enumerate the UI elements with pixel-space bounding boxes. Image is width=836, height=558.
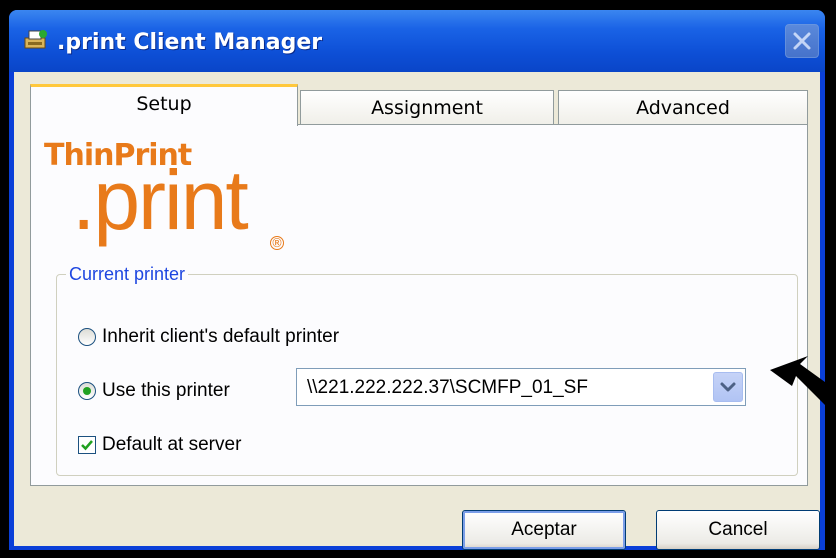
use-this-printer-label[interactable]: Use this printer — [102, 380, 230, 402]
printer-select-value: \\221.222.222.37\SCMFP_01_SF — [307, 377, 588, 398]
current-printer-group-label: Current printer — [66, 264, 189, 285]
title-bar[interactable]: .print Client Manager — [9, 10, 825, 72]
default-at-server-checkbox[interactable] — [78, 436, 96, 454]
chevron-down-icon — [720, 382, 736, 392]
dialog-client-area: Setup Assignment Advanced ThinPrint .pri… — [14, 72, 820, 550]
ok-button[interactable]: Aceptar — [462, 510, 626, 550]
dialog-window: .print Client Manager Setup Assignment A… — [9, 10, 825, 550]
tab-setup[interactable]: Setup — [30, 84, 298, 126]
use-this-printer-radio[interactable] — [78, 382, 96, 400]
callout-arrow-icon — [770, 356, 836, 410]
default-at-server-label[interactable]: Default at server — [102, 434, 241, 456]
close-button[interactable] — [785, 24, 819, 58]
checkmark-icon — [81, 440, 93, 451]
printer-app-icon — [23, 28, 49, 52]
inherit-default-radio[interactable] — [78, 328, 96, 346]
tab-advanced[interactable]: Advanced — [558, 90, 808, 124]
tab-assignment[interactable]: Assignment — [300, 90, 554, 124]
printer-select[interactable]: \\221.222.222.37\SCMFP_01_SF — [296, 368, 746, 406]
cancel-button[interactable]: Cancel — [656, 510, 820, 550]
print-logo-text: .print — [72, 153, 249, 247]
registered-mark: ® — [270, 236, 284, 250]
window-title: .print Client Manager — [57, 30, 323, 55]
inherit-default-label[interactable]: Inherit client's default printer — [102, 326, 339, 348]
close-icon — [793, 32, 811, 50]
printer-select-dropdown-button[interactable] — [713, 372, 743, 402]
radio-selected-dot — [83, 387, 91, 395]
